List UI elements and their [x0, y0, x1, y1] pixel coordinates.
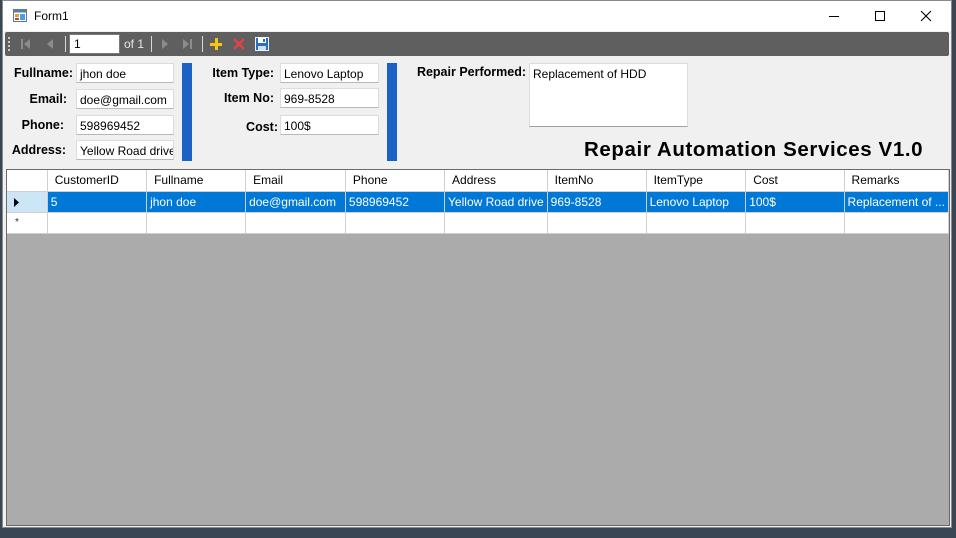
cost-label: Cost:	[246, 120, 278, 134]
table-cell[interactable]	[844, 212, 950, 234]
table-cell[interactable]: doe@gmail.com	[245, 191, 346, 213]
repair-performed-field[interactable]: Replacement of HDD	[529, 63, 688, 127]
table-cell[interactable]	[745, 212, 845, 234]
section-divider	[182, 63, 192, 161]
toolbar-separator	[151, 36, 152, 52]
maximize-icon	[875, 11, 885, 21]
fullname-field[interactable]: jhon doe	[76, 63, 174, 83]
column-header[interactable]: Fullname	[146, 170, 247, 192]
main-window: Form1 of 1 Fullname: jhon doe Email: doe…	[2, 0, 952, 528]
window-title: Form1	[34, 9, 69, 23]
phone-label: Phone:	[21, 118, 64, 132]
row-header[interactable]	[7, 191, 48, 213]
new-row-header[interactable]: *	[7, 212, 48, 234]
row-header-corner[interactable]	[7, 170, 48, 192]
table-cell[interactable]: Replacement of ...	[844, 191, 950, 213]
email-field[interactable]: doe@gmail.com	[76, 89, 174, 109]
table-cell[interactable]	[646, 212, 747, 234]
delete-icon[interactable]	[231, 36, 247, 52]
save-icon[interactable]	[254, 36, 270, 52]
table-cell[interactable]: jhon doe	[146, 191, 247, 213]
item-no-field[interactable]: 969-8528	[280, 88, 379, 108]
table-cell[interactable]: 5	[47, 191, 148, 213]
column-header[interactable]: Phone	[345, 170, 446, 192]
table-cell[interactable]: 598969452	[345, 191, 446, 213]
address-label: Address:	[11, 143, 66, 157]
minimize-button[interactable]	[811, 1, 857, 31]
grid-table: CustomerID Fullname Email Phone Address …	[7, 170, 950, 234]
close-icon	[920, 10, 932, 22]
toolbar-grip[interactable]	[8, 37, 10, 51]
title-bar: Form1	[3, 1, 951, 31]
table-cell[interactable]: 969-8528	[547, 191, 647, 213]
section-divider	[387, 63, 397, 161]
table-cell[interactable]	[444, 212, 548, 234]
table-cell[interactable]	[345, 212, 446, 234]
table-cell[interactable]	[547, 212, 647, 234]
repair-performed-label: Repair Performed:	[416, 65, 526, 79]
toolbar-separator	[202, 36, 203, 52]
app-heading: Repair Automation Services V1.0	[584, 138, 924, 161]
table-cell[interactable]	[245, 212, 346, 234]
table-row[interactable]: 5 jhon doe doe@gmail.com 598969452 Yello…	[7, 191, 950, 213]
item-no-label: Item No:	[224, 91, 274, 105]
minimize-icon	[829, 16, 839, 17]
column-header[interactable]: CustomerID	[47, 170, 148, 192]
binding-navigator: of 1	[5, 32, 949, 56]
column-header[interactable]: Remarks	[844, 170, 950, 192]
table-cell[interactable]	[47, 212, 148, 234]
column-header[interactable]: Cost	[745, 170, 845, 192]
move-last-icon[interactable]	[179, 36, 195, 52]
count-label: of 1	[124, 37, 145, 51]
table-cell[interactable]: 100$	[745, 191, 845, 213]
close-button[interactable]	[903, 1, 949, 31]
cost-field[interactable]: 100$	[280, 115, 379, 135]
toolbar-separator	[65, 36, 66, 52]
table-cell[interactable]	[146, 212, 247, 234]
new-row[interactable]: *	[7, 212, 950, 234]
app-form-icon	[13, 9, 27, 22]
column-header[interactable]: Address	[444, 170, 548, 192]
column-header[interactable]: ItemNo	[547, 170, 647, 192]
maximize-button[interactable]	[857, 1, 903, 31]
column-header[interactable]: ItemType	[646, 170, 747, 192]
fullname-label: Fullname:	[13, 66, 73, 80]
email-label: Email:	[29, 92, 67, 106]
grid-header-row: CustomerID Fullname Email Phone Address …	[7, 170, 950, 192]
table-cell[interactable]: Lenovo Laptop	[646, 191, 747, 213]
item-type-label: Item Type:	[212, 66, 274, 80]
move-first-icon[interactable]	[18, 36, 34, 52]
column-header[interactable]: Email	[245, 170, 346, 192]
item-type-field[interactable]: Lenovo Laptop	[280, 63, 379, 83]
address-field[interactable]: Yellow Road drive	[76, 140, 174, 160]
move-previous-icon[interactable]	[42, 36, 58, 52]
table-cell[interactable]: Yellow Road drive	[444, 191, 548, 213]
phone-field[interactable]: 598969452	[76, 115, 174, 135]
add-new-icon[interactable]	[208, 36, 224, 52]
move-next-icon[interactable]	[157, 36, 173, 52]
data-grid[interactable]: CustomerID Fullname Email Phone Address …	[6, 169, 950, 526]
current-row-icon	[14, 197, 19, 207]
position-input[interactable]	[69, 34, 120, 54]
